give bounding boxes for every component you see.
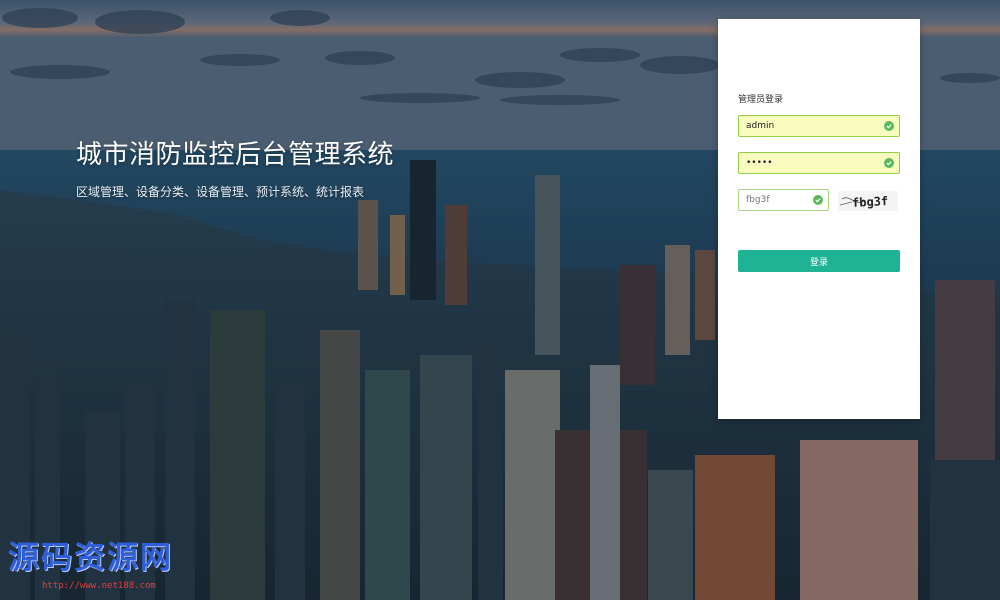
login-title: 管理员登录 — [738, 95, 784, 105]
watermark-url: http://www.net188.com — [42, 581, 156, 591]
captcha-input[interactable] — [739, 190, 816, 210]
system-subtitle: 区域管理、设备分类、设备管理、预计系统、统计报表 — [76, 185, 365, 199]
captcha-image-text: fbg3f — [852, 194, 889, 210]
login-button[interactable]: 登录 — [738, 250, 900, 272]
password-field[interactable] — [738, 152, 900, 174]
captcha-image[interactable]: fbg3f — [838, 191, 898, 211]
login-panel: 管理员登录 fbg3f 登录 — [718, 19, 920, 419]
check-icon — [884, 121, 894, 131]
username-field[interactable] — [738, 115, 900, 137]
watermark-logo: 源码资源网 — [8, 540, 173, 576]
check-icon — [813, 195, 823, 205]
captcha-field[interactable] — [738, 189, 829, 211]
username-input[interactable] — [739, 116, 886, 136]
password-input[interactable] — [739, 153, 886, 173]
system-title: 城市消防监控后台管理系统 — [76, 140, 395, 170]
check-icon — [884, 158, 894, 168]
